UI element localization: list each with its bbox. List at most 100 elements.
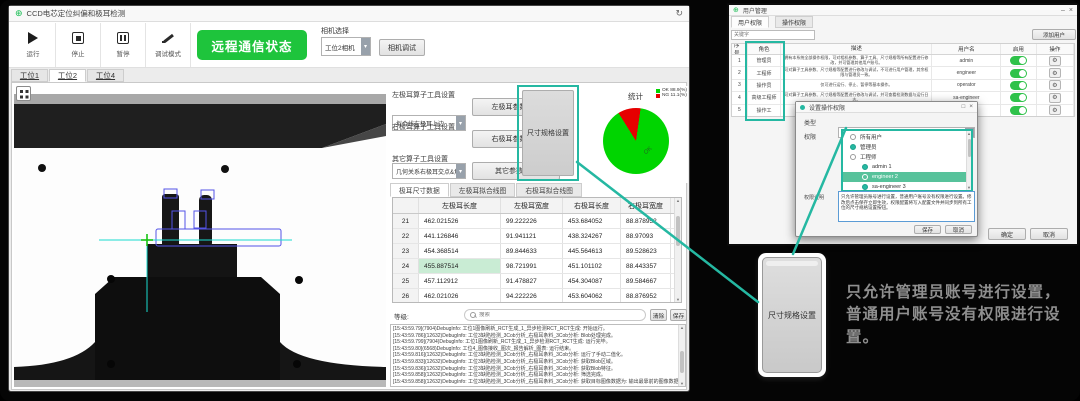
permission-desc-box[interactable]: 只允许管理员账号进行设置，普通用户账号没有权限进行设置。修改后点击保存立即生效，… [838,191,975,222]
user-role: 操作工 [748,105,781,116]
minimize-icon[interactable] [1061,7,1065,14]
run-label: 运行 [27,48,40,58]
user-cancel-button[interactable]: 取消 [1030,228,1068,240]
log-save-button[interactable]: 保存 [670,309,687,321]
maximize-icon[interactable] [962,104,966,110]
user-tabs: 用户权限操作权限 [731,16,813,28]
gear-icon[interactable] [1049,93,1061,103]
camera-select[interactable]: 工位2相机 [321,37,371,56]
stop-label: 停止 [72,48,85,58]
permission-list[interactable]: 所有用户 管理员 工程师 admin 1 [841,129,973,192]
radio-icon[interactable] [862,164,868,170]
gear-icon[interactable] [1049,80,1061,90]
station-tab[interactable]: 工位4 [87,69,124,82]
pause-label: 暂停 [117,48,130,58]
log-clear-button[interactable]: 清除 [650,309,667,321]
log-box[interactable]: [15:43:59.79](7904)DebugInfo: 工位1图像刷新_RC… [390,324,686,387]
table-row[interactable]: 26 462.021026 94.222226 453.604062 88.87… [393,289,681,303]
permission-item[interactable]: 管理员 [843,142,971,152]
chevron-down-icon[interactable] [456,116,465,130]
table-row[interactable]: 25 457.112912 91.478827 454.304087 89.58… [393,274,681,289]
user-role: 工程师 [748,67,781,78]
enable-toggle[interactable] [1010,81,1027,90]
permission-list-scrollbar[interactable]: ▲▼ [966,131,971,190]
permission-item[interactable]: admin 1 [843,162,971,172]
main-toolbar: 运行 停止 暂停 调试模式 远程通信状态 相机选择 工位2相机 [9,22,689,68]
gear-icon[interactable] [1049,68,1061,78]
gear-icon[interactable] [1049,56,1061,66]
main-window-title: CCD电芯定位纠偏和极耳检测 [27,8,126,19]
user-tab[interactable]: 操作权限 [775,16,813,28]
log-scrollbar[interactable]: ▲▼ [678,325,685,386]
radio-icon[interactable] [850,154,856,160]
log-line: [15:43:59.858](12632)DebugInfo: 工位3缺陷检测_… [393,372,677,379]
screen: CCD电芯定位纠偏和极耳检测 运行 停止 暂停 [0,0,1080,401]
annotation-note: 只允许管理员账号进行设置，普通用户账号没有权限进行设置。 [846,282,1074,349]
enable-toggle[interactable] [1010,69,1027,78]
station-tab[interactable]: 工位2 [49,69,86,82]
remote-status-button[interactable]: 远程通信状态 [197,30,307,60]
cell-right-width: 88.443357 [621,259,671,273]
user-no: 5 [732,105,748,116]
pause-button[interactable]: 暂停 [101,23,146,67]
col-enable: 启用 [1001,44,1036,54]
user-search-input[interactable] [731,30,815,40]
gear-icon[interactable] [1049,105,1061,115]
enable-toggle[interactable] [1010,93,1027,102]
data-tab[interactable]: 左极耳拟合线图 [450,183,516,197]
radio-icon[interactable] [862,174,868,180]
camera-debug-button[interactable]: 相机调试 [379,39,425,56]
zoom-button-highlight [766,261,818,266]
dialog-cancel-button[interactable]: 取消 [945,225,972,234]
user-row[interactable]: 3 操作员 仅可进行运行、停止、暂停等基本操作。 operator [732,80,1074,92]
add-user-button[interactable]: 添加用户 [1032,29,1076,40]
right-tab-tool-select[interactable]: 几何关系右极耳交点&角 [392,163,466,179]
chevron-down-icon[interactable] [456,164,465,178]
user-row[interactable]: 1 管理员 拥有本系统全部操作权限，可对相机参数、算子工具、尺寸规格等所有配置进… [732,55,1074,67]
radio-icon[interactable] [862,184,868,190]
table-row[interactable]: 21 462.021526 99.222226 453.684052 88.87… [393,214,681,229]
zoom-button-label: 尺寸规格设置 [768,310,816,321]
user-tab[interactable]: 用户权限 [731,16,769,28]
data-tab[interactable]: 极耳尺寸数据 [390,183,449,197]
permission-item[interactable]: 所有用户 [843,132,971,142]
refresh-icon[interactable] [675,8,683,19]
run-button[interactable]: 运行 [11,23,56,67]
debug-mode-button[interactable]: 调试模式 [146,23,191,67]
user-no: 4 [732,92,748,103]
chevron-down-icon[interactable] [361,38,370,55]
log-search-input[interactable] [479,312,629,318]
radio-icon[interactable] [850,134,856,140]
permission-item-label: 管理员 [860,143,877,151]
enable-toggle[interactable] [1010,56,1027,65]
table-row[interactable]: 23 454.368514 89.844633 445.564613 89.52… [393,244,681,259]
radio-icon[interactable] [850,144,856,150]
close-icon[interactable] [969,104,973,111]
user-row[interactable]: 2 工程师 可对算子工具参数、尺寸规格等配置进行修改与调试，不可进行用户管理，其… [732,67,1074,79]
data-tab[interactable]: 右极耳拟合线图 [516,183,582,197]
size-spec-button[interactable]: 尺寸规格设置 [522,90,574,176]
stop-button[interactable]: 停止 [56,23,101,67]
pie-chart [603,108,669,174]
close-icon[interactable] [1069,7,1073,14]
user-ok-button[interactable]: 确定 [988,228,1026,240]
permission-item[interactable]: 工程师 [843,152,971,162]
col-desc: 描述 [781,44,932,54]
permission-item-label: engineer 2 [872,174,898,180]
table-scrollbar[interactable]: ▲▼ [674,198,681,302]
log-search[interactable] [464,309,646,321]
permission-item[interactable]: engineer 2 [843,172,971,182]
enable-toggle[interactable] [1010,106,1027,115]
dialog-save-button[interactable]: 保存 [914,225,941,234]
station-tab[interactable]: 工位1 [11,69,48,82]
cell-right-length: 438.324267 [563,229,621,243]
cell-right-length: 451.101102 [563,259,621,273]
permission-item-label: 所有用户 [860,133,882,141]
camera-select-label: 相机选择 [321,26,349,36]
user-name: engineer [932,67,1001,78]
table-row[interactable]: 24 455.887514 98.721991 451.101102 88.44… [393,259,681,274]
table-row[interactable]: 22 441.126846 91.941121 438.324267 88.97… [393,229,681,244]
search-icon [470,312,476,318]
expand-view-button[interactable] [16,86,31,101]
permission-dialog: 设置操作权限 类型 FLOAT 权限 所有用户 [795,101,978,237]
